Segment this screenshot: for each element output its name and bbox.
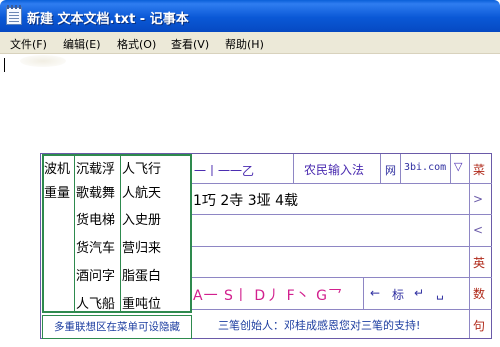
- candidate-col-divider: [74, 156, 75, 311]
- ime-divider: [400, 154, 401, 183]
- stroke-keys[interactable]: A一 S丨 D丿 F丶 G乛: [193, 285, 343, 305]
- space-icon[interactable]: ␣: [436, 286, 444, 300]
- menu-bar: 文件(F) 编辑(E) 格式(O) 查看(V) 帮助(H): [0, 32, 500, 54]
- candidate-item[interactable]: 重吨位: [122, 293, 161, 312]
- candidate-item[interactable]: 人航天: [122, 182, 161, 201]
- net-button[interactable]: 网: [385, 162, 396, 178]
- menu-format[interactable]: 格式(O): [117, 36, 156, 52]
- ime-divider: [450, 154, 451, 183]
- prev-page-icon[interactable]: <: [473, 223, 483, 237]
- ime-name[interactable]: 农民输入法: [304, 161, 364, 178]
- candidate-item[interactable]: 波机: [44, 158, 70, 177]
- ime-divider: [192, 183, 492, 184]
- cursor-ghost: [20, 55, 66, 67]
- title-bar[interactable]: 新建 文本文档.txt - 记事本: [0, 0, 500, 32]
- candidate-item[interactable]: 货电梯: [76, 209, 115, 228]
- number-toggle[interactable]: 数: [473, 285, 485, 302]
- candidate-box: 波机 重量 沉载浮 歌载舞 货电梯 货汽车 酒问字 人飞船 人飞行 人航天 入史…: [42, 154, 192, 313]
- ime-divider: [469, 154, 470, 338]
- menu-file[interactable]: 文件(F): [10, 36, 47, 52]
- candidate-item[interactable]: 重量: [44, 182, 70, 201]
- candidate-results[interactable]: 1巧 2寺 3垭 4载: [193, 190, 298, 210]
- ime-divider: [192, 309, 492, 310]
- ime-divider: [293, 154, 294, 183]
- ime-divider: [363, 278, 364, 309]
- ime-divider: [192, 246, 492, 247]
- window-title: 新建 文本文档.txt - 记事本: [27, 12, 189, 27]
- next-page-icon[interactable]: >: [473, 192, 483, 206]
- candidate-item[interactable]: 入史册: [122, 209, 161, 228]
- site-link[interactable]: 3bi.com: [404, 162, 446, 173]
- menu-help[interactable]: 帮助(H): [225, 36, 264, 52]
- candidate-item[interactable]: 沉载浮: [76, 158, 115, 177]
- ime-divider: [192, 214, 492, 215]
- association-hint: 多重联想区在菜单可设隐藏: [42, 315, 192, 339]
- candidate-item[interactable]: 脂蛋白: [122, 265, 161, 284]
- english-toggle[interactable]: 英: [473, 254, 485, 271]
- ime-divider: [380, 154, 381, 183]
- candidate-item[interactable]: 酒问字: [76, 265, 115, 284]
- candidate-item[interactable]: 营归来: [122, 237, 161, 256]
- candidate-item[interactable]: 货汽车: [76, 237, 115, 256]
- sentence-toggle[interactable]: 句: [473, 317, 485, 334]
- dropdown-triangle-icon[interactable]: ▽: [454, 160, 462, 173]
- menu-view[interactable]: 查看(V): [171, 36, 209, 52]
- candidate-item[interactable]: 歌载舞: [76, 182, 115, 201]
- ime-divider: [192, 277, 492, 278]
- text-caret: [4, 58, 5, 72]
- stroke-code: 一丨一一乙: [194, 164, 255, 178]
- candidate-item[interactable]: 人飞船: [76, 293, 115, 312]
- punctuation-toggle[interactable]: 标: [392, 286, 404, 303]
- enter-icon[interactable]: ↵: [414, 286, 424, 300]
- candidate-item[interactable]: 人飞行: [122, 158, 161, 177]
- notepad-icon: [6, 5, 22, 25]
- backspace-icon[interactable]: ←: [370, 286, 380, 300]
- menu-edit[interactable]: 编辑(E): [63, 36, 101, 52]
- candidate-col-divider: [120, 156, 121, 311]
- founder-message: 三笔创始人：邓桂成感恩您对三笔的支持!: [218, 319, 421, 332]
- ime-menu-button[interactable]: 菜: [473, 161, 485, 178]
